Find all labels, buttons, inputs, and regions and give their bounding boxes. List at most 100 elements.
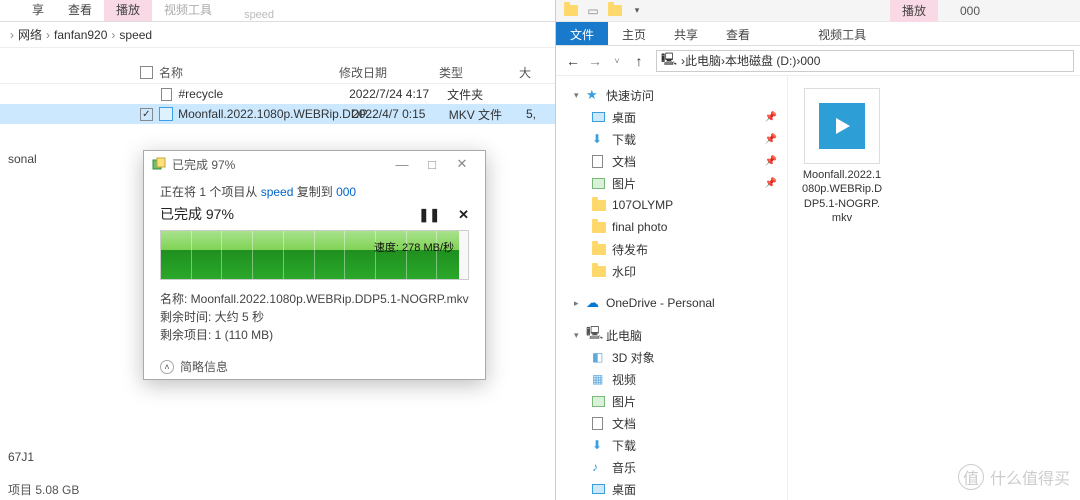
tree-3dobjects[interactable]: ◧3D 对象 xyxy=(556,346,787,368)
breadcrumb-folder[interactable]: speed xyxy=(119,28,152,42)
tree-label: 此电脑 xyxy=(606,327,642,344)
tree-quick-access[interactable]: ▾★快速访问 xyxy=(556,84,787,106)
file-type: MKV 文件 xyxy=(449,106,526,123)
detail-name: 名称: Moonfall.2022.1080p.WEBRip.DDP5.1-NO… xyxy=(160,290,469,308)
pin-icon: 📌 xyxy=(765,112,777,123)
file-name-label: Moonfall.2022.1080p.WEBRip.DDP5.1-NOGRP.… xyxy=(800,168,884,225)
copy-source-link[interactable]: speed xyxy=(261,185,294,199)
more-info-toggle[interactable]: ˄ 简略信息 xyxy=(160,358,469,375)
tree-label: 视频 xyxy=(612,371,636,388)
column-headers[interactable]: 名称 修改日期 类型 大 xyxy=(0,62,555,84)
row-checkbox[interactable]: ✓ xyxy=(140,108,153,121)
new-folder-icon[interactable] xyxy=(606,2,624,20)
tab-share[interactable]: 享 xyxy=(20,0,56,21)
left-ribbon-tabs: 享 查看 播放 视频工具 speed xyxy=(0,0,555,22)
qat-dropdown-icon[interactable]: ▾ xyxy=(628,2,646,20)
tree-thispc[interactable]: ▾🖳此电脑 xyxy=(556,324,787,346)
tree-desktop[interactable]: 桌面 📌 xyxy=(556,106,787,128)
breadcrumb-network[interactable]: 网络 xyxy=(18,26,42,43)
forward-button[interactable]: → xyxy=(584,53,606,69)
chevron-right-icon: › xyxy=(10,28,14,42)
tree-desktop2[interactable]: 桌面 xyxy=(556,478,787,500)
recent-dropdown[interactable]: ˅ xyxy=(606,56,628,66)
tree-label: final photo xyxy=(612,220,667,234)
tree-item-67j1[interactable]: 67J1 xyxy=(0,448,45,466)
watermark-text: 什么值得买 xyxy=(990,465,1070,489)
tab-play[interactable]: 播放 xyxy=(104,0,152,21)
tree-label: 图片 xyxy=(612,175,636,192)
col-size[interactable]: 大 xyxy=(519,64,549,81)
tree-label: 桌面 xyxy=(612,109,636,126)
select-all-checkbox[interactable] xyxy=(140,66,153,79)
tree-watermark[interactable]: 水印 xyxy=(556,260,787,282)
minimize-button[interactable]: — xyxy=(387,157,417,172)
watermark: 值 什么值得买 xyxy=(958,464,1070,490)
addr-thispc[interactable]: 此电脑 xyxy=(685,52,721,69)
tab-file[interactable]: 文件 xyxy=(556,22,608,45)
copy-progress-dialog: 已完成 97% — □ ✕ 正在将 1 个项目从 speed 复制到 000 已… xyxy=(143,150,486,380)
tree-music[interactable]: ♪音乐 xyxy=(556,456,787,478)
cancel-button[interactable]: ✕ xyxy=(458,207,469,222)
col-name[interactable]: 名称 xyxy=(159,64,339,81)
more-info-label: 简略信息 xyxy=(180,358,228,375)
left-tree-fragment: sonal 67J1 xyxy=(0,150,45,466)
tab-share[interactable]: 共享 xyxy=(660,22,712,45)
breadcrumb[interactable]: › 网络 › fanfan920 › speed xyxy=(0,22,555,48)
tree-label: 音乐 xyxy=(612,459,636,476)
copy-dest-link[interactable]: 000 xyxy=(336,185,356,199)
tree-downloads[interactable]: ⬇下载📌 xyxy=(556,128,787,150)
progress-percent-label: 已完成 97% xyxy=(160,204,234,224)
file-list: 名称 修改日期 类型 大 #recycle 2022/7/24 4:17 文件夹… xyxy=(0,62,555,124)
tree-107olymp[interactable]: 107OLYMP xyxy=(556,194,787,216)
col-date[interactable]: 修改日期 xyxy=(339,64,439,81)
maximize-button[interactable]: □ xyxy=(417,157,447,172)
file-item[interactable]: Moonfall.2022.1080p.WEBRip.DDP5.1-NOGRP.… xyxy=(800,88,884,225)
pc-icon: 🖳 xyxy=(661,50,677,71)
pin-icon: 📌 xyxy=(765,178,777,189)
pin-icon: 📌 xyxy=(765,134,777,145)
tab-play-right[interactable]: 播放 xyxy=(890,0,938,22)
tree-label: 下载 xyxy=(612,437,636,454)
video-thumbnail xyxy=(804,88,880,164)
address-bar[interactable]: 🖳 › 此电脑 › 本地磁盘 (D:) › 000 xyxy=(656,50,1074,72)
col-type[interactable]: 类型 xyxy=(439,64,519,81)
file-view[interactable]: Moonfall.2022.1080p.WEBRip.DDP5.1-NOGRP.… xyxy=(788,76,1080,500)
tree-finalphoto[interactable]: final photo xyxy=(556,216,787,238)
tree-item-sonal[interactable]: sonal xyxy=(0,150,45,168)
breadcrumb-host[interactable]: fanfan920 xyxy=(54,28,107,42)
tab-view[interactable]: 查看 xyxy=(56,0,104,21)
tree-downloads2[interactable]: ⬇下载 xyxy=(556,434,787,456)
chevron-up-icon: ˄ xyxy=(160,360,174,374)
nav-tree[interactable]: ▾★快速访问 桌面📌 ⬇下载📌 文档📌 图片📌 107OLYMP final p… xyxy=(556,76,788,500)
table-row[interactable]: #recycle 2022/7/24 4:17 文件夹 xyxy=(0,84,555,104)
right-body: ▾★快速访问 桌面📌 ⬇下载📌 文档📌 图片📌 107OLYMP final p… xyxy=(556,76,1080,500)
tree-label: 文档 xyxy=(612,153,636,170)
tab-group-label: 视频工具 xyxy=(152,0,224,21)
up-button[interactable]: ↑ xyxy=(628,53,650,69)
tree-publish[interactable]: 待发布 xyxy=(556,238,787,260)
detail-items: 剩余项目: 1 (110 MB) xyxy=(160,326,469,344)
table-row[interactable]: ✓ Moonfall.2022.1080p.WEBRip.DDP... 2022… xyxy=(0,104,555,124)
tab-video-tools[interactable]: 视频工具 xyxy=(804,22,880,45)
tree-documents2[interactable]: 文档 xyxy=(556,412,787,434)
dialog-titlebar[interactable]: 已完成 97% — □ ✕ xyxy=(144,151,485,177)
folder-icon[interactable] xyxy=(562,2,580,20)
addr-folder[interactable]: 000 xyxy=(800,54,820,68)
right-ribbon-tabs: 文件 主页 共享 查看 视频工具 xyxy=(556,22,1080,46)
tree-documents[interactable]: 文档📌 xyxy=(556,150,787,172)
properties-icon[interactable]: ▭ xyxy=(584,2,602,20)
pause-button[interactable]: ❚❚ xyxy=(418,207,440,222)
tree-pictures[interactable]: 图片 📌 xyxy=(556,172,787,194)
tree-videos[interactable]: ▦视频 xyxy=(556,368,787,390)
nav-bar: ← → ˅ ↑ 🖳 › 此电脑 › 本地磁盘 (D:) › 000 xyxy=(556,46,1080,76)
tree-pictures2[interactable]: 图片 xyxy=(556,390,787,412)
speed-label: 速度: 278 MB/秒 xyxy=(374,239,454,255)
close-button[interactable]: ✕ xyxy=(447,156,477,172)
tab-home[interactable]: 主页 xyxy=(608,22,660,45)
back-button[interactable]: ← xyxy=(562,53,584,69)
play-icon xyxy=(819,103,865,149)
tab-view[interactable]: 查看 xyxy=(712,22,764,45)
tree-label: 桌面 xyxy=(612,481,636,498)
addr-drive[interactable]: 本地磁盘 (D:) xyxy=(725,52,796,69)
tree-onedrive[interactable]: ▸☁OneDrive - Personal xyxy=(556,292,787,314)
